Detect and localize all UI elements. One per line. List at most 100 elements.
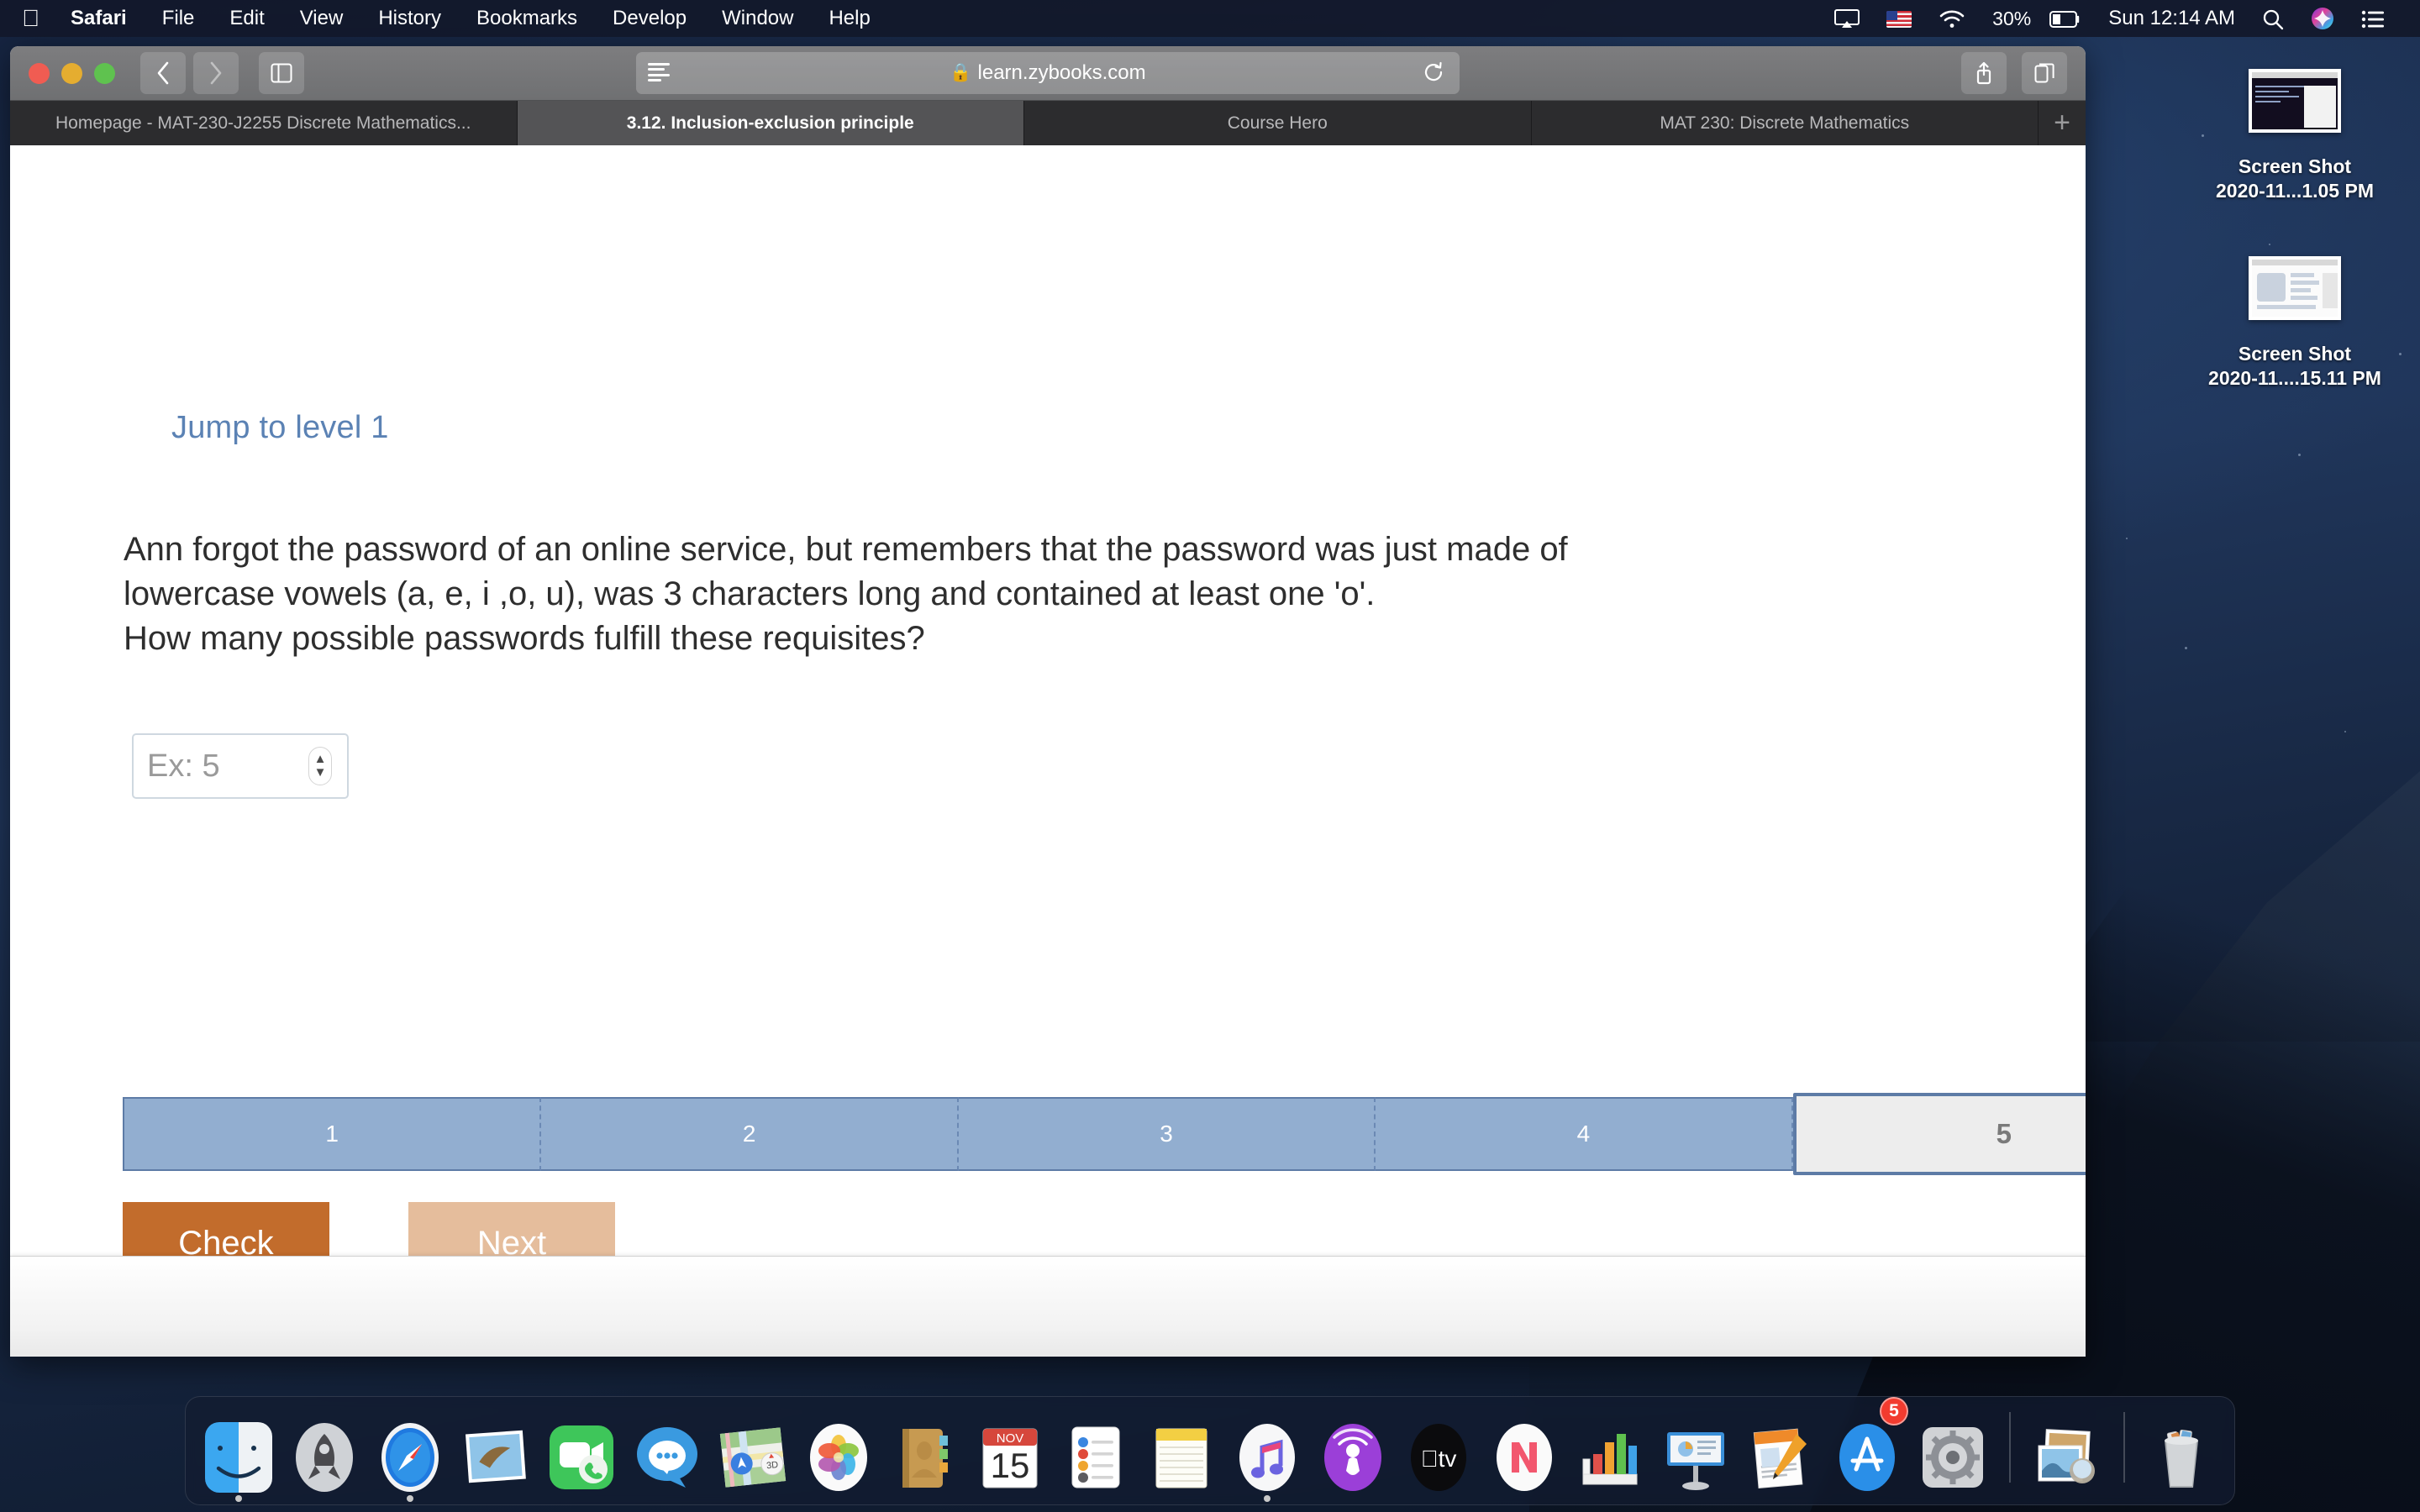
- dock-item-reminders[interactable]: [1056, 1400, 1135, 1494]
- stepper-up-icon[interactable]: ▲: [314, 753, 327, 766]
- dock-item-notes[interactable]: [1142, 1400, 1221, 1494]
- question-line-1: Ann forgot the password of an online ser…: [124, 531, 1568, 568]
- reader-view-icon[interactable]: [648, 63, 670, 81]
- tab-mat-230[interactable]: MAT 230: Discrete Mathematics: [1531, 101, 2039, 145]
- battery-icon[interactable]: [2036, 7, 2095, 30]
- menu-item-history[interactable]: History: [360, 0, 459, 37]
- question-text: Ann forgot the password of an online ser…: [124, 528, 2081, 662]
- mail-icon: [459, 1420, 533, 1494]
- calendar-icon: NOV 15: [973, 1420, 1047, 1494]
- menu-item-bookmarks[interactable]: Bookmarks: [459, 0, 595, 37]
- dock-item-messages[interactable]: [628, 1400, 707, 1494]
- finder-icon: [202, 1420, 276, 1494]
- dock-item-maps[interactable]: 3D: [713, 1400, 792, 1494]
- tab-inclusion-exclusion-principle[interactable]: 3.12. Inclusion-exclusion principle: [517, 101, 1024, 145]
- tab-homepage[interactable]: Homepage - MAT-230-J2255 Discrete Mathem…: [10, 101, 518, 145]
- us-flag-icon[interactable]: [1873, 7, 1925, 30]
- tab-bar: Homepage - MAT-230-J2255 Discrete Mathem…: [10, 101, 2086, 145]
- search-icon[interactable]: [2249, 7, 2297, 30]
- stepper-down-icon[interactable]: ▼: [314, 766, 327, 780]
- question-line-2: lowercase vowels (a, e, i ,o, u), was 3 …: [124, 575, 1376, 613]
- page-footer-chrome: [10, 1256, 2086, 1357]
- jump-to-level-link[interactable]: Jump to level 1: [171, 410, 389, 446]
- dock-item-app-store[interactable]: 5: [1828, 1397, 1908, 1494]
- star: [2185, 647, 2187, 649]
- dock-item-finder[interactable]: [199, 1400, 278, 1502]
- tab-label: MAT 230: Discrete Mathematics: [1660, 113, 1910, 133]
- dock-item-pages[interactable]: [1742, 1400, 1821, 1494]
- address-bar[interactable]: 🔒 learn.zybooks.com: [636, 52, 1460, 94]
- address-bar-url: learn.zybooks.com: [977, 61, 1146, 84]
- desktop-icon-screenshot-1[interactable]: Screen Shot 2020-11...1.05 PM: [2198, 69, 2391, 204]
- dock-item-mail[interactable]: [456, 1400, 535, 1494]
- menu-item-view[interactable]: View: [282, 0, 361, 37]
- dock-item-numbers[interactable]: [1570, 1400, 1649, 1494]
- thumbnail-terminal-screenshot: [2249, 69, 2341, 133]
- answer-input[interactable]: Ex: 5 ▲ ▼: [132, 733, 349, 799]
- trash-icon: [2144, 1420, 2218, 1494]
- tab-course-hero[interactable]: Course Hero: [1024, 101, 1532, 145]
- dock-separator: [2123, 1412, 2125, 1483]
- running-indicator: [235, 1495, 242, 1502]
- dock-item-calendar[interactable]: NOV 15: [971, 1400, 1050, 1494]
- calendar-day: 15: [991, 1446, 1030, 1485]
- forward-button[interactable]: [193, 52, 239, 94]
- menu-item-develop[interactable]: Develop: [595, 0, 704, 37]
- music-icon: [1230, 1420, 1304, 1494]
- dock-item-preview[interactable]: [2028, 1400, 2107, 1494]
- wifi-icon[interactable]: [1925, 7, 1979, 30]
- dock-item-contacts[interactable]: [885, 1400, 964, 1494]
- dock-item-news[interactable]: [1485, 1400, 1564, 1494]
- dock-item-trash[interactable]: [2142, 1400, 2221, 1494]
- dock-item-podcasts[interactable]: [1313, 1400, 1392, 1494]
- maximize-window-button[interactable]: [94, 62, 115, 84]
- menu-item-help[interactable]: Help: [811, 0, 887, 37]
- menu-item-file[interactable]: File: [145, 0, 213, 37]
- dock-item-music[interactable]: [1228, 1400, 1307, 1502]
- level-segment-1[interactable]: 1: [123, 1097, 542, 1171]
- svg-text:tv: tv: [1421, 1446, 1457, 1472]
- back-button[interactable]: [140, 52, 186, 94]
- level-segment-4[interactable]: 4: [1376, 1097, 1793, 1171]
- dock-item-apple-tv[interactable]: tv: [1399, 1400, 1478, 1494]
- sidebar-toggle-button[interactable]: [259, 52, 304, 94]
- level-segment-2[interactable]: 2: [541, 1097, 959, 1171]
- tab-overview-button[interactable]: [2022, 52, 2067, 94]
- level-segment-5-current[interactable]: 5: [1792, 1093, 2086, 1175]
- app-store-icon: [1830, 1420, 1904, 1494]
- notes-icon: [1144, 1420, 1218, 1494]
- menubar-clock[interactable]: Sun 12:14 AM: [2095, 7, 2249, 30]
- reload-icon[interactable]: [1423, 61, 1444, 89]
- siri-icon[interactable]: [2297, 7, 2348, 31]
- window-traffic-lights[interactable]: [29, 62, 115, 84]
- tab-label: Homepage - MAT-230-J2255 Discrete Mathem…: [55, 113, 471, 133]
- apple-menu-icon[interactable]: : [22, 0, 53, 37]
- new-tab-button[interactable]: +: [2039, 101, 2086, 145]
- messages-icon: [630, 1420, 704, 1494]
- question-line-3: How many possible passwords fulfill thes…: [124, 620, 925, 658]
- dock-item-photos[interactable]: [799, 1400, 878, 1494]
- safari-toolbar: 🔒 learn.zybooks.com: [10, 46, 2086, 101]
- menu-item-window[interactable]: Window: [704, 0, 811, 37]
- dock-item-launchpad[interactable]: [285, 1400, 364, 1494]
- dock-item-facetime[interactable]: [542, 1400, 621, 1494]
- level-progress-bar: 1 2 3 4 5: [123, 1093, 2086, 1175]
- star: [2399, 353, 2402, 355]
- number-stepper[interactable]: ▲ ▼: [308, 747, 332, 785]
- level-segment-3[interactable]: 3: [958, 1097, 1376, 1171]
- minimize-window-button[interactable]: [61, 62, 82, 84]
- airplay-icon[interactable]: [1821, 7, 1873, 30]
- desktop-icon-screenshot-2[interactable]: Screen Shot 2020-11....15.11 PM: [2198, 256, 2391, 391]
- menu-item-safari[interactable]: Safari: [53, 0, 145, 37]
- tab-label: 3.12. Inclusion-exclusion principle: [626, 113, 914, 133]
- share-button[interactable]: [1961, 52, 2007, 94]
- dock-item-keynote[interactable]: [1656, 1400, 1735, 1494]
- control-center-icon[interactable]: [2348, 7, 2398, 30]
- maps-icon: 3D: [716, 1420, 790, 1494]
- close-window-button[interactable]: [29, 62, 50, 84]
- menu-item-edit[interactable]: Edit: [212, 0, 281, 37]
- answer-placeholder: Ex: 5: [147, 748, 220, 784]
- dock-item-safari[interactable]: [371, 1400, 450, 1502]
- menu-bar:  Safari File Edit View History Bookmark…: [0, 0, 2420, 37]
- dock-item-system-preferences[interactable]: [1913, 1400, 1992, 1494]
